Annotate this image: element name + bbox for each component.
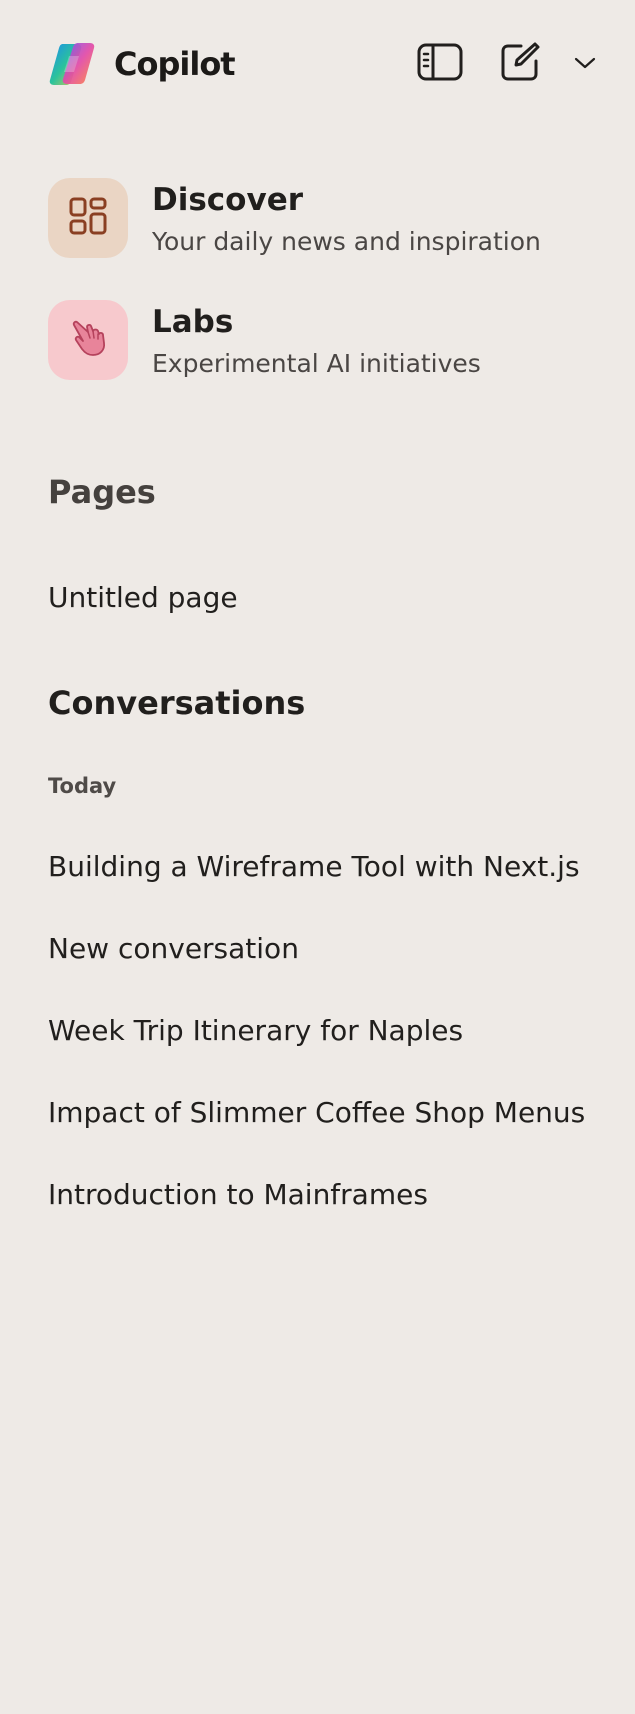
chevron-down-icon	[574, 55, 596, 74]
date-group-label: Today	[48, 774, 117, 798]
grid-dashboard-icon	[68, 196, 108, 240]
pages-heading: Pages	[48, 473, 156, 511]
labs-tile	[48, 300, 128, 380]
page-item[interactable]: Untitled page	[48, 578, 608, 618]
pointing-hand-icon	[68, 318, 108, 362]
discover-tile	[48, 178, 128, 258]
toggle-sidebar-button[interactable]	[416, 40, 464, 88]
copilot-logo-icon	[49, 42, 95, 86]
new-chat-button[interactable]	[496, 40, 544, 88]
conversation-item[interactable]: Week Trip Itinerary for Naples	[48, 1011, 608, 1051]
labs-item[interactable]: Labs Experimental AI initiatives	[48, 300, 608, 382]
discover-subtitle: Your daily news and inspiration	[152, 227, 541, 256]
labs-title: Labs	[152, 304, 234, 340]
labs-subtitle: Experimental AI initiatives	[152, 349, 481, 378]
conversation-item[interactable]: New conversation	[48, 929, 608, 969]
more-options-button[interactable]	[566, 40, 604, 88]
discover-title: Discover	[152, 182, 304, 218]
app-title: Copilot	[114, 45, 236, 83]
discover-item[interactable]: Discover Your daily news and inspiration	[48, 178, 608, 260]
copilot-sidebar: Copilot Discover Your daily news and ins…	[0, 0, 635, 1714]
sidebar-panel-icon	[417, 43, 463, 85]
sidebar-header: Copilot	[0, 0, 635, 128]
conversation-item[interactable]: Impact of Slimmer Coffee Shop Menus	[48, 1093, 608, 1133]
compose-icon	[499, 41, 541, 87]
conversation-item[interactable]: Building a Wireframe Tool with Next.js	[48, 847, 608, 887]
conversation-item[interactable]: Introduction to Mainframes	[48, 1175, 608, 1215]
conversations-heading: Conversations	[48, 684, 306, 722]
